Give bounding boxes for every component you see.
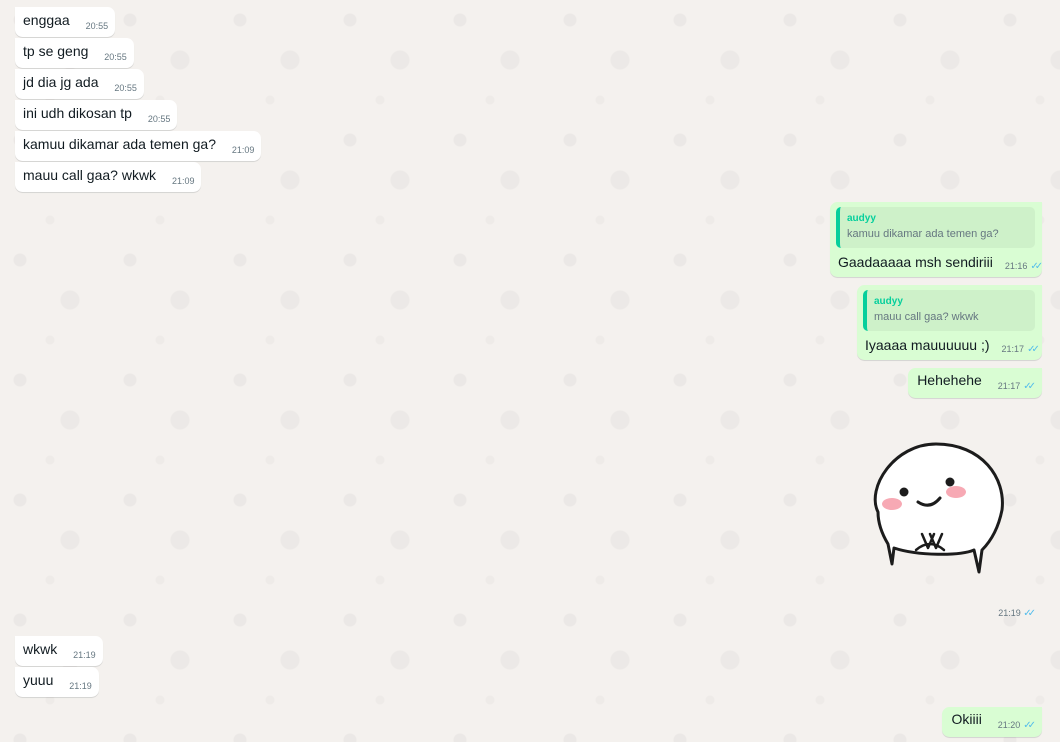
outgoing-message[interactable]: Okiiii 21:20 ✓✓	[942, 707, 1042, 737]
time-label: 21:20	[997, 720, 1021, 730]
message-time: 21:17 ✓✓	[1001, 340, 1040, 359]
message-text: tp se geng	[23, 43, 89, 59]
message-text: Iyaaaa mauuuuuu ;)	[865, 337, 990, 353]
message-time: 21:09	[232, 141, 255, 160]
message-time: 21:16 ✓✓	[1004, 257, 1043, 276]
message-time: 21:20 ✓✓	[997, 716, 1036, 735]
message-text: Hehehehe	[917, 372, 982, 388]
double-check-icon: ✓✓	[1030, 261, 1043, 272]
time-label: 20:55	[114, 83, 137, 93]
double-check-icon: ✓✓	[1023, 381, 1036, 392]
message-time: 20:55	[114, 79, 137, 98]
incoming-message[interactable]: mauu call gaa? wkwk 21:09	[15, 162, 202, 192]
message-text: ini udh dikosan tp	[23, 105, 132, 121]
incoming-message[interactable]: enggaa 20:55	[15, 7, 116, 37]
incoming-message[interactable]: wkwk 21:19	[15, 636, 103, 666]
message-time: 20:55	[104, 48, 127, 67]
time-label: 21:19	[73, 650, 96, 660]
incoming-message[interactable]: yuuu 21:19	[15, 667, 99, 697]
smiling-mochi-sticker-icon[interactable]	[864, 438, 1010, 576]
incoming-message[interactable]: kamuu dikamar ada temen ga? 21:09	[15, 131, 262, 161]
quoted-message[interactable]: audyy kamuu dikamar ada temen ga?	[836, 207, 1035, 248]
message-time: 20:55	[148, 110, 171, 129]
message-text: mauu call gaa? wkwk	[23, 167, 157, 183]
outgoing-reply-message[interactable]: audyy mauu call gaa? wkwk Iyaaaa mauuuuu…	[857, 285, 1042, 360]
outgoing-reply-message[interactable]: audyy kamuu dikamar ada temen ga? Gaadaa…	[830, 202, 1043, 277]
message-time: 21:19	[69, 677, 92, 696]
time-label: 21:19	[998, 608, 1021, 618]
message-text: wkwk	[23, 641, 58, 657]
incoming-message[interactable]: tp se geng 20:55	[15, 38, 134, 68]
message-text: enggaa	[23, 12, 70, 28]
incoming-message[interactable]: ini udh dikosan tp 20:55	[15, 100, 178, 130]
time-label: 21:17	[1001, 344, 1025, 354]
time-label: 21:19	[69, 681, 92, 691]
quoted-message[interactable]: audyy mauu call gaa? wkwk	[863, 290, 1035, 331]
time-label: 21:17	[997, 381, 1021, 391]
sticker-time: 21:19 ✓✓	[998, 608, 1036, 619]
time-label: 20:55	[147, 114, 171, 124]
double-check-icon: ✓✓	[1023, 720, 1036, 731]
message-time: 21:09	[172, 172, 195, 191]
quoted-text: kamuu dikamar ada temen ga?	[847, 228, 999, 240]
time-label: 21:09	[231, 145, 255, 155]
double-check-icon: ✓✓	[1023, 608, 1036, 619]
message-text: kamuu dikamar ada temen ga?	[23, 136, 216, 152]
message-text: jd dia jg ada	[23, 74, 99, 90]
double-check-icon: ✓✓	[1027, 344, 1040, 355]
message-time: 21:17 ✓✓	[997, 377, 1036, 396]
message-time: 20:55	[86, 17, 109, 36]
time-label: 20:55	[85, 21, 109, 31]
quoted-text: mauu call gaa? wkwk	[874, 311, 979, 323]
quoted-author: audyy	[847, 213, 876, 224]
quoted-author: audyy	[874, 296, 903, 307]
message-time: 21:19	[73, 646, 96, 665]
message-text: yuuu	[23, 672, 54, 688]
message-text: Gaadaaaaa msh sendiriii	[838, 254, 993, 270]
outgoing-message[interactable]: Hehehehe 21:17 ✓✓	[908, 368, 1042, 398]
message-text: Okiiii	[951, 711, 982, 727]
time-label: 20:55	[104, 52, 127, 62]
incoming-message[interactable]: jd dia jg ada 20:55	[15, 69, 144, 99]
time-label: 21:09	[171, 176, 195, 186]
time-label: 21:16	[1004, 261, 1028, 271]
